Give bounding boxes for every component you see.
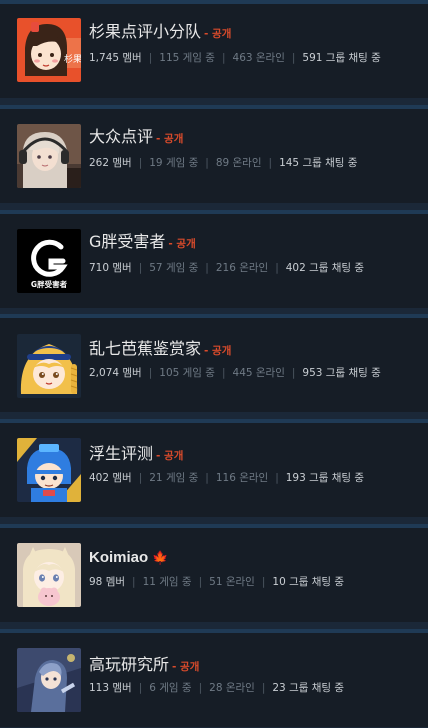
group-avatar[interactable] — [17, 648, 81, 712]
member-count: 262 멤버 — [89, 157, 132, 169]
separator: | — [138, 157, 143, 169]
separator: | — [291, 367, 296, 379]
group-avatar[interactable] — [17, 124, 81, 188]
in-game-count: 6 게임 중 — [149, 682, 192, 694]
visibility-badge: - 공개 — [156, 450, 184, 462]
separator: | — [275, 472, 279, 484]
group-card-shanguo[interactable]: 杉果 杉果点评小分队 - 공개 1,745 멤버 | 115 게임 중 | 463 온라인… — [0, 0, 428, 98]
separator: | — [221, 52, 226, 64]
svg-text:G胖受害者: G胖受害者 — [31, 279, 68, 289]
member-count: 402 멤버 — [89, 472, 132, 484]
group-card-fusheng[interactable]: 浮生评测 - 공개 402 멤버 | 21 게임 중 | 116 온라인 | 193 그룹 채… — [0, 419, 428, 517]
in-game-count: 19 게임 중 — [149, 157, 199, 169]
group-chat-count: 10 그룹 채팅 중 — [272, 576, 345, 588]
separator: | — [261, 576, 266, 588]
group-name[interactable]: 浮生评测 — [89, 444, 153, 463]
group-chat-count: 953 그룹 채팅 중 — [302, 367, 381, 379]
group-avatar[interactable] — [17, 334, 81, 398]
group-name[interactable]: G胖受害者 — [89, 232, 165, 251]
group-avatar[interactable] — [17, 543, 81, 607]
group-name[interactable]: 乱七芭蕉鉴赏家 — [89, 339, 201, 358]
separator: | — [268, 157, 273, 169]
in-game-count: 21 게임 중 — [149, 472, 199, 484]
online-count: 445 온라인 — [232, 367, 285, 379]
separator: | — [291, 52, 296, 64]
anime-character-avatar-icon — [17, 648, 81, 712]
separator: | — [148, 52, 153, 64]
separator: | — [148, 367, 153, 379]
group-card-dazhong[interactable]: 大众点评 - 공개 262 멤버 | 19 게임 중 | 89 온라인 | 145 그룹 채팅… — [0, 105, 428, 203]
separator: | — [205, 262, 209, 274]
visibility-badge: - 공개 — [156, 133, 184, 145]
maple-leaf-icon: 🍁 — [152, 551, 169, 566]
separator: | — [198, 576, 203, 588]
blonde-girl-avatar-icon — [17, 334, 81, 398]
visibility-badge: - 공개 — [204, 345, 232, 357]
visibility-badge: - 공개 — [168, 238, 196, 250]
g-logo-avatar-icon: G胖受害者 — [17, 229, 81, 293]
in-game-count: 57 게임 중 — [149, 262, 199, 274]
online-count: 463 온라인 — [232, 52, 285, 64]
cat-girl-avatar-icon — [17, 543, 81, 607]
online-count: 116 온라인 — [215, 472, 269, 484]
group-name[interactable]: 高玩研究所 — [89, 655, 169, 674]
member-count: 710 멤버 — [89, 262, 132, 274]
separator: | — [275, 262, 279, 274]
group-name[interactable]: 大众点评 — [89, 127, 153, 146]
group-chat-count: 145 그룹 채팅 중 — [279, 157, 358, 169]
group-avatar[interactable]: G胖受害者 — [17, 229, 81, 293]
online-count: 28 온라인 — [209, 682, 255, 694]
in-game-count: 105 게임 중 — [159, 367, 215, 379]
group-card-gpang[interactable]: G胖受害者 G胖受害者 - 공개 710 멤버 | 57 게임 중 | 216 온라인 | 4… — [0, 210, 428, 308]
separator: | — [138, 682, 143, 694]
group-card-koimiao[interactable]: Koimiao 🍁 98 멤버 | 11 게임 중 | 51 온라인 | 10 그룹 채팅 중 — [0, 524, 428, 622]
group-list: 杉果 杉果点评小分队 - 공개 1,745 멤버 | 115 게임 중 | 463 온라인… — [0, 0, 428, 728]
separator: | — [198, 682, 203, 694]
member-count: 113 멤버 — [89, 682, 132, 694]
member-count: 98 멤버 — [89, 576, 126, 588]
group-card-gaowan[interactable]: 高玩研究所 - 공개 113 멤버 | 6 게임 중 | 28 온라인 | 23 그룹 채팅 … — [0, 629, 428, 727]
online-count: 51 온라인 — [209, 576, 255, 588]
cartoon-girl-avatar-icon: 杉果 — [17, 18, 81, 82]
online-count: 216 온라인 — [215, 262, 269, 274]
separator: | — [138, 472, 143, 484]
visibility-badge: - 공개 — [204, 28, 232, 40]
group-name[interactable]: Koimiao — [89, 549, 148, 566]
group-chat-count: 193 그룹 채팅 중 — [285, 472, 365, 484]
group-name[interactable]: 杉果点评小分队 — [89, 22, 201, 41]
group-card-luanqi[interactable]: 乱七芭蕉鉴赏家 - 공개 2,074 멤버 | 105 게임 중 | 445 온라인 | 95… — [0, 314, 428, 412]
member-count: 1,745 멤버 — [89, 52, 142, 64]
megaman-avatar-icon — [17, 438, 81, 502]
in-game-count: 11 게임 중 — [142, 576, 192, 588]
svg-text:杉果: 杉果 — [64, 53, 81, 65]
separator: | — [205, 157, 209, 169]
visibility-badge: - 공개 — [172, 661, 200, 673]
member-count: 2,074 멤버 — [89, 367, 142, 379]
group-chat-count: 591 그룹 채팅 중 — [302, 52, 381, 64]
anime-gamer-avatar-icon — [17, 124, 81, 188]
separator: | — [261, 682, 266, 694]
online-count: 89 온라인 — [215, 157, 262, 169]
separator: | — [138, 262, 143, 274]
group-avatar[interactable]: 杉果 — [17, 18, 81, 82]
in-game-count: 115 게임 중 — [159, 52, 215, 64]
group-avatar[interactable] — [17, 438, 81, 502]
group-chat-count: 402 그룹 채팅 중 — [285, 262, 365, 274]
separator: | — [205, 472, 209, 484]
separator: | — [221, 367, 226, 379]
group-chat-count: 23 그룹 채팅 중 — [272, 682, 345, 694]
separator: | — [132, 576, 136, 588]
